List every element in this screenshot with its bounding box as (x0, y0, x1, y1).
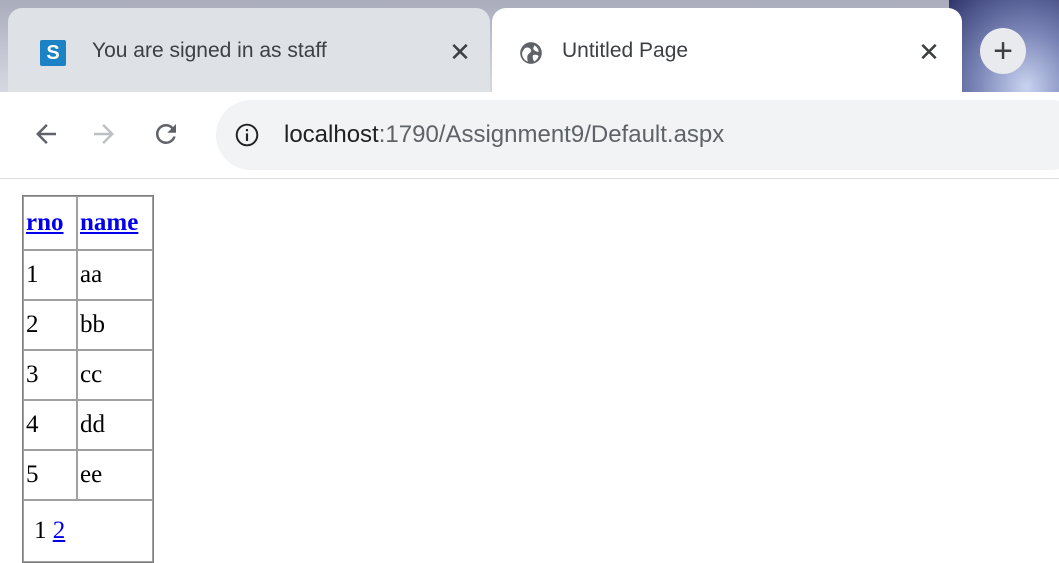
tab-title: Untitled Page (562, 39, 689, 62)
sort-link-name[interactable]: name (80, 209, 138, 236)
globe-icon (518, 40, 544, 66)
tab-title: You are signed in as staff (92, 39, 327, 62)
grid-header-row: rno name (23, 196, 153, 250)
url-host: localhost (284, 121, 379, 148)
back-button[interactable] (26, 114, 66, 154)
cell-rno: 4 (23, 400, 77, 450)
url-path: :1790/Assignment9/Default.aspx (378, 121, 725, 148)
cell-rno: 1 (23, 250, 77, 300)
cell-name: ee (77, 450, 153, 500)
tab-strip: S You are signed in as staff ✕ Untitled … (0, 0, 1059, 92)
sort-link-rno[interactable]: rno (26, 209, 64, 236)
arrow-right-icon (94, 124, 114, 144)
address-bar[interactable]: localhost:1790/Assignment9/Default.aspx (216, 100, 1059, 170)
cell-rno: 3 (23, 350, 77, 400)
site-s-icon: S (40, 40, 66, 66)
page-content: rno name 1 aa 2 bb 3 cc 4 dd 5 ee 1 2 (0, 179, 1059, 563)
reload-icon (156, 124, 176, 144)
data-grid: rno name 1 aa 2 bb 3 cc 4 dd 5 ee 1 2 (22, 195, 154, 563)
new-tab-button[interactable]: + (980, 28, 1026, 74)
table-row: 4 dd (23, 400, 153, 450)
reload-button[interactable] (146, 114, 186, 154)
table-row: 5 ee (23, 450, 153, 500)
pager: 1 2 (23, 500, 153, 562)
tab-signed-in-staff[interactable]: S You are signed in as staff ✕ (8, 8, 490, 92)
close-tab-icon[interactable]: ✕ (913, 36, 945, 68)
header-rno[interactable]: rno (23, 196, 77, 250)
table-row: 3 cc (23, 350, 153, 400)
cell-rno: 5 (23, 450, 77, 500)
info-icon[interactable] (234, 122, 260, 148)
cell-name: bb (77, 300, 153, 350)
cell-name: aa (77, 250, 153, 300)
plus-icon: + (993, 32, 1013, 70)
cell-rno: 2 (23, 300, 77, 350)
pager-link-page-2[interactable]: 2 (53, 517, 66, 544)
pager-row: 1 2 (23, 500, 153, 562)
url-text[interactable]: localhost:1790/Assignment9/Default.aspx (284, 121, 724, 149)
browser-window: S You are signed in as staff ✕ Untitled … (0, 0, 1059, 563)
header-name[interactable]: name (77, 196, 153, 250)
forward-button[interactable] (84, 114, 124, 154)
pager-current-page: 1 (34, 517, 47, 544)
arrow-left-icon (36, 124, 56, 144)
browser-toolbar: localhost:1790/Assignment9/Default.aspx (0, 92, 1059, 179)
table-row: 1 aa (23, 250, 153, 300)
cell-name: cc (77, 350, 153, 400)
cell-name: dd (77, 400, 153, 450)
table-row: 2 bb (23, 300, 153, 350)
tab-untitled-page[interactable]: Untitled Page ✕ (492, 8, 962, 92)
close-tab-icon[interactable]: ✕ (444, 36, 476, 68)
